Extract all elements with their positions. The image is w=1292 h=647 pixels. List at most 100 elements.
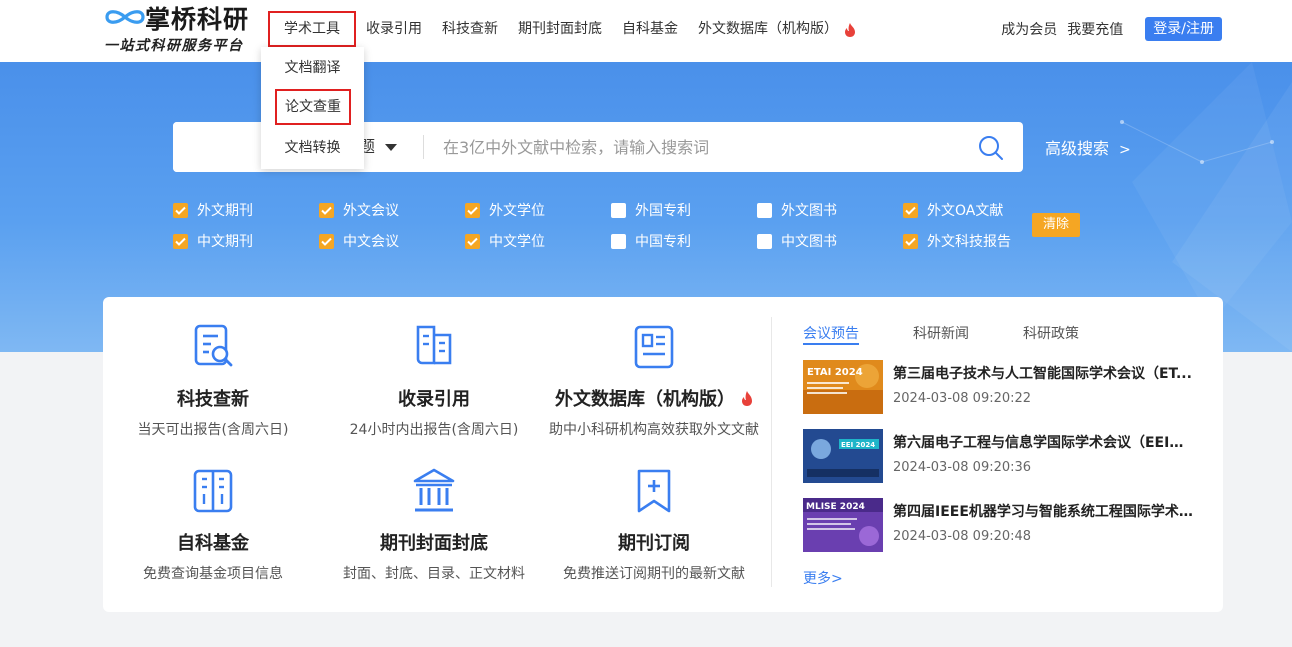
filter-foreign-tech-report[interactable]: 外文科技报告 [903,231,1011,251]
thumb-text: ETAI 2024 [807,367,863,378]
filter-foreign-journal[interactable]: 外文期刊 [173,200,253,220]
checkbox[interactable] [757,233,772,249]
checkbox[interactable] [173,233,188,249]
service-journal-covers[interactable]: 期刊封面封底 封面、封底、目录、正文材料 [324,467,544,583]
database-card-icon [634,325,674,369]
services-card: 科技查新 当天可出报告(含周六日) 收录引用 24小时内出报告(含周六日) 外文… [103,297,1223,612]
logo-title: 掌桥科研 [145,5,250,34]
nav-foreign-database[interactable]: 外文数据库（机构版） [688,11,866,47]
filter-label: 外文OA文献 [927,203,1004,219]
academic-tools-dropdown: 文档翻译 论文查重 文档转换 [261,47,364,169]
filter-label: 外文学位 [489,203,545,219]
service-foreign-database[interactable]: 外文数据库（机构版） 助中小科研机构高效获取外文文献 [544,323,764,439]
filter-label: 外文期刊 [197,203,253,219]
more-news-link[interactable]: 更多> [803,568,843,588]
service-title: 收录引用 [398,389,470,410]
news-date: 2024-03-08 09:20:48 [893,529,1032,544]
service-journal-subscribe[interactable]: 期刊订阅 免费推送订阅期刊的最新文献 [544,467,764,583]
service-desc: 助中小科研机构高效获取外文文献 [549,422,759,438]
conference-thumbnail[interactable]: ETAI 2024 [803,360,883,414]
filter-chinese-thesis[interactable]: 中文学位 [465,231,545,251]
document-search-icon [194,324,233,367]
tab-research-news[interactable]: 科研新闻 [913,323,969,345]
service-novelty-search[interactable]: 科技查新 当天可出报告(含周六日) [103,323,323,439]
news-title[interactable]: 第四届IEEE机器学习与智能系统工程国际学术... [893,501,1193,521]
tab-research-policy[interactable]: 科研政策 [1023,323,1079,345]
main-nav: 学术工具 收录引用 科技查新 期刊封面封底 自科基金 外文数据库（机构版） [268,11,866,47]
checkbox[interactable] [319,233,334,249]
filter-chinese-book[interactable]: 中文图书 [757,231,837,251]
checkbox[interactable] [611,202,626,218]
fire-icon [845,23,855,37]
conference-thumbnail[interactable]: EEI 2024 [803,429,883,483]
service-desc: 免费推送订阅期刊的最新文献 [563,566,745,582]
tab-conference-preview[interactable]: 会议预告 [803,323,859,345]
login-register-button[interactable]: 登录/注册 [1145,17,1222,41]
filter-foreign-oa[interactable]: 外文OA文献 [903,200,1003,220]
caret-down-icon[interactable] [385,144,397,151]
news-item[interactable]: ETAI 2024 第三届电子技术与人工智能国际学术会议（ET... 2024-… [803,360,1203,414]
thumb-text: MLISE 2024 [806,502,865,512]
filter-foreign-conference[interactable]: 外文会议 [319,200,399,220]
clear-filters-button[interactable]: 清除 [1032,213,1080,237]
checkbox[interactable] [611,233,626,249]
recharge-link[interactable]: 我要充值 [1067,19,1123,39]
header-actions: 成为会员 我要充值 登录/注册 [991,17,1222,41]
documents-icon [416,325,452,365]
checkbox[interactable] [903,202,918,218]
filter-label: 中文期刊 [197,234,253,250]
search-icon[interactable] [978,135,1004,161]
news-date: 2024-03-08 09:20:22 [893,391,1032,406]
menu-item-doc-convert[interactable]: 文档转换 [261,130,364,166]
news-tabs: 会议预告 科研新闻 科研政策 [803,323,1133,345]
checkbox[interactable] [465,233,480,249]
search-divider [423,135,424,159]
nav-nsfc-fund[interactable]: 自科基金 [612,11,688,47]
filter-label: 中文学位 [489,234,545,250]
service-nsfc-fund[interactable]: 自科基金 免费查询基金项目信息 [103,467,323,583]
service-desc: 24小时内出报告(含周六日) [349,422,519,438]
service-citation[interactable]: 收录引用 24小时内出报告(含周六日) [324,323,544,439]
checkbox[interactable] [903,233,918,249]
filter-china-patent[interactable]: 中国专利 [611,231,691,251]
checkbox[interactable] [319,202,334,218]
filter-label: 外文图书 [781,203,837,219]
service-title: 期刊封面封底 [380,533,488,554]
news-title[interactable]: 第三届电子技术与人工智能国际学术会议（ET... [893,363,1193,383]
nav-journal-covers[interactable]: 期刊封面封底 [508,11,612,47]
fund-panels-icon [193,469,233,513]
filter-label: 中国专利 [635,234,691,250]
infinity-logo-icon [105,10,145,24]
news-item[interactable]: EEI 2024 第六届电子工程与信息学国际学术会议（EEI2... 2024-… [803,429,1203,483]
menu-item-doc-translate[interactable]: 文档翻译 [261,50,364,86]
top-header: 掌桥科研 一站式科研服务平台 学术工具 收录引用 科技查新 期刊封面封底 自科基… [0,0,1292,62]
search-input[interactable] [443,132,963,162]
news-title[interactable]: 第六届电子工程与信息学国际学术会议（EEI2... [893,432,1193,452]
service-title-row: 外文数据库（机构版） [544,385,764,411]
library-building-icon [413,468,455,512]
service-desc: 封面、封底、目录、正文材料 [343,566,525,582]
menu-item-plagiarism-check[interactable]: 论文查重 [275,89,351,125]
checkbox[interactable] [757,202,772,218]
filter-foreign-thesis[interactable]: 外文学位 [465,200,545,220]
filter-chinese-conference[interactable]: 中文会议 [319,231,399,251]
news-date: 2024-03-08 09:20:36 [893,460,1032,475]
become-member-link[interactable]: 成为会员 [1001,19,1057,39]
filter-foreign-book[interactable]: 外文图书 [757,200,837,220]
fire-icon [742,391,752,406]
conference-thumbnail[interactable]: MLISE 2024 [803,498,883,552]
filter-foreign-patent[interactable]: 外国专利 [611,200,691,220]
logo-subtitle: 一站式科研服务平台 [104,38,244,54]
service-title: 自科基金 [177,533,249,554]
advanced-search-link[interactable]: 高级搜索 > [1045,135,1131,159]
site-logo[interactable]: 掌桥科研 一站式科研服务平台 [103,4,255,56]
filter-chinese-journal[interactable]: 中文期刊 [173,231,253,251]
checkbox[interactable] [173,202,188,218]
nav-citation[interactable]: 收录引用 [356,11,432,47]
nav-novelty-search[interactable]: 科技查新 [432,11,508,47]
news-item[interactable]: MLISE 2024 第四届IEEE机器学习与智能系统工程国际学术... 202… [803,498,1203,552]
service-desc: 免费查询基金项目信息 [143,566,283,582]
checkbox[interactable] [465,202,480,218]
nav-academic-tools[interactable]: 学术工具 [268,11,356,47]
bookmark-add-icon [637,469,671,513]
